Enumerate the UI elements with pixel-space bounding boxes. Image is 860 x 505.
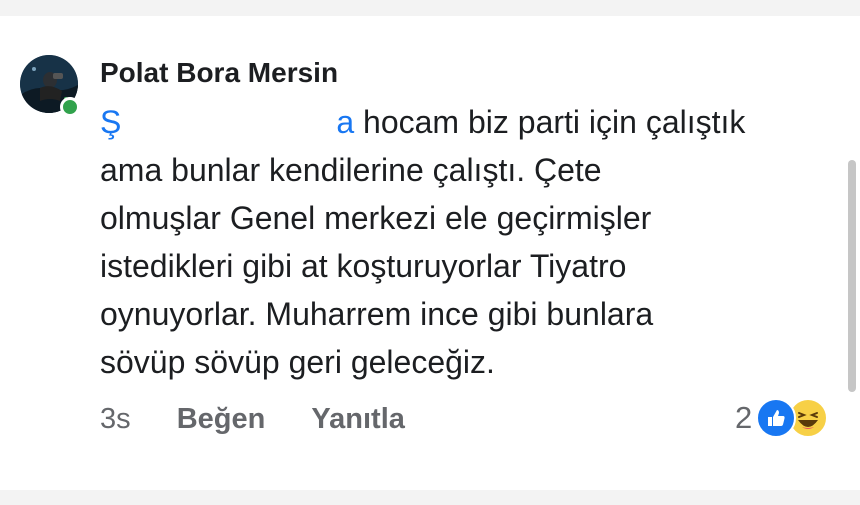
mention-start[interactable]: Ş <box>100 104 121 140</box>
comment-line: oynuyorlar. Muharrem ince gibi bunlara <box>100 296 654 332</box>
mention-end[interactable]: a <box>336 104 354 140</box>
online-status-icon <box>60 97 80 117</box>
comment-line: istedikleri gibi at koşturuyorlar Tiyatr… <box>100 248 627 284</box>
reaction-count: 2 <box>735 400 753 435</box>
bottom-divider <box>0 490 860 505</box>
comment-line-1-text: hocam biz parti için çalıştık <box>354 104 746 140</box>
scrollbar-thumb[interactable] <box>848 160 856 392</box>
comment-line: olmuşlar Genel merkezi ele geçirmişler <box>100 200 652 236</box>
reply-button[interactable]: Yanıtla <box>311 403 405 435</box>
like-button[interactable]: Beğen <box>177 403 266 435</box>
comment-text: Şa hocam biz parti için çalıştık ama bun… <box>100 98 845 386</box>
comment-screenshot: Polat Bora Mersin Şa hocam biz parti içi… <box>0 0 860 505</box>
comment-line-1: Şa hocam biz parti için çalıştık <box>100 98 845 146</box>
comment-author[interactable]: Polat Bora Mersin <box>100 57 338 89</box>
reaction-summary[interactable]: 2 <box>735 398 829 438</box>
top-divider <box>0 0 860 16</box>
comment-line: sövüp sövüp geri geleceğiz. <box>100 344 495 380</box>
timestamp[interactable]: 3s <box>100 403 131 435</box>
like-icon <box>756 398 797 438</box>
comment-actions: 3s Beğen Yanıtla <box>100 403 443 436</box>
comment-line: ama bunlar kendilerine çalıştı. Çete <box>100 152 602 188</box>
redacted-mention <box>121 109 337 140</box>
